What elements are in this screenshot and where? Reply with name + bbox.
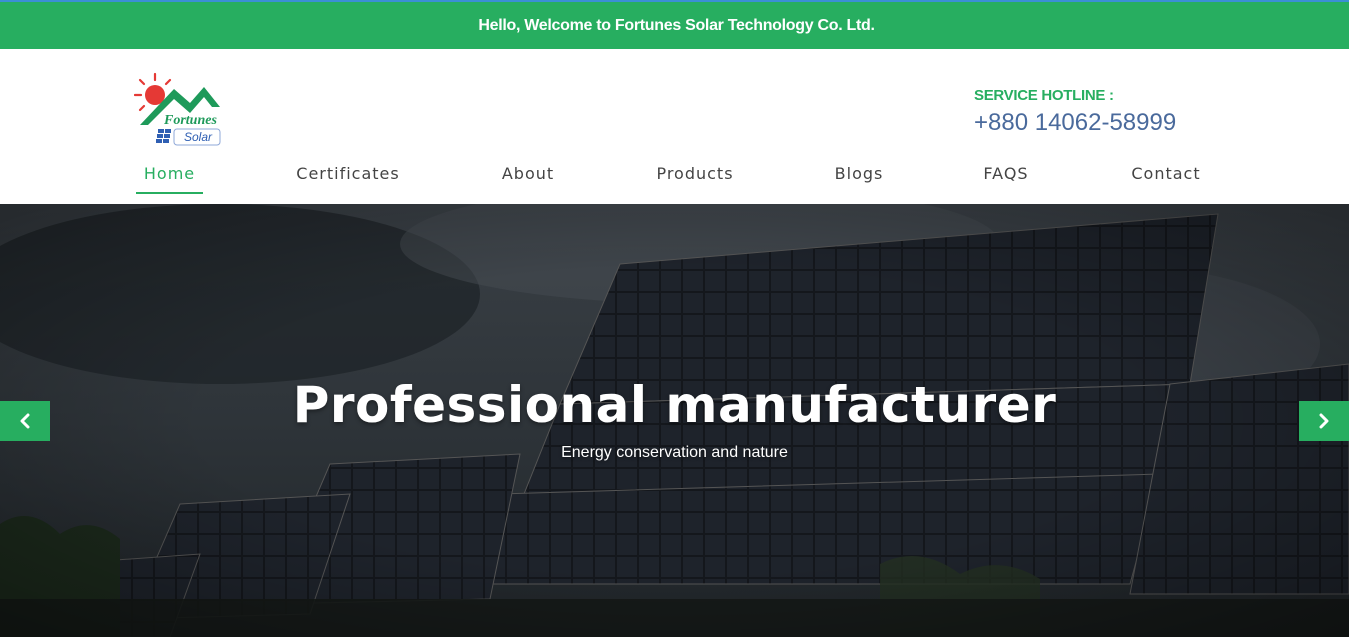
hero-subtitle: Energy conservation and nature: [561, 444, 788, 461]
nav-active-indicator: [136, 192, 203, 194]
slider-next-button[interactable]: [1299, 401, 1349, 441]
nav-certificates[interactable]: Certificates: [290, 164, 406, 204]
chevron-right-icon: [1319, 413, 1329, 429]
company-logo[interactable]: Fortunes Solar: [133, 71, 224, 149]
slider-prev-button[interactable]: [0, 401, 50, 441]
nav-blogs[interactable]: Blogs: [826, 164, 892, 204]
site-header: Fortunes Solar SERVICE HOTLINE : +880 14…: [0, 49, 1349, 204]
hotline-number[interactable]: +880 14062-58999: [974, 109, 1176, 137]
nav-products[interactable]: Products: [648, 164, 742, 204]
welcome-bar: Hello, Welcome to Fortunes Solar Technol…: [0, 0, 1349, 49]
nav-contact[interactable]: Contact: [1120, 164, 1212, 204]
main-nav: Home Certificates About Products Blogs F…: [0, 156, 1349, 204]
welcome-text: Hello, Welcome to Fortunes Solar Technol…: [478, 16, 875, 34]
chevron-left-icon: [20, 413, 30, 429]
hero-slider: Professional manufacturer Energy conserv…: [0, 204, 1349, 637]
nav-about[interactable]: About: [492, 164, 564, 204]
nav-home[interactable]: Home: [136, 164, 203, 204]
nav-faqs[interactable]: FAQS: [976, 164, 1036, 204]
svg-text:Solar: Solar: [184, 130, 213, 144]
hotline-label: SERVICE HOTLINE :: [974, 87, 1114, 104]
solar-panel-icon: [156, 129, 171, 143]
hero-title: Professional manufacturer: [292, 376, 1057, 434]
logo-wordmark: Fortunes: [163, 113, 217, 128]
